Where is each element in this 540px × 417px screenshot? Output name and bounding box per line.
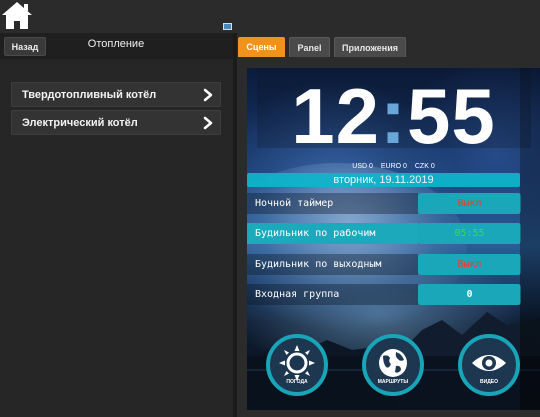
routes-button[interactable]: МАРШРУТЫ [362, 334, 424, 396]
tab-bar: Сцены Panel Приложения [237, 35, 540, 57]
chevron-right-icon [203, 88, 213, 102]
app-root: Назад Отопление Твердотопливный котёл Эл… [0, 0, 540, 417]
page-title: Отопление [87, 38, 145, 50]
sun-icon [279, 345, 315, 381]
row-workday-alarm: Будильник по рабочим 05:55 [247, 223, 521, 244]
globe-icon [379, 349, 407, 377]
currency-euro: EURO 0 [380, 163, 407, 170]
workday-alarm-toggle[interactable]: 05:55 [418, 223, 521, 244]
tab-panel[interactable]: Panel [289, 37, 330, 57]
video-button[interactable]: ВИДЕО [458, 334, 520, 396]
menu-item-label: Электрический котёл [22, 116, 138, 129]
row-label: Входная группа [247, 284, 418, 305]
clock-minutes: 55 [406, 72, 496, 160]
weather-label: ПОГОДА [286, 379, 308, 385]
scene-edge-shade [520, 68, 540, 410]
row-entrance-group: Входная группа 0 [247, 284, 521, 305]
clock-hours: 12 [291, 72, 380, 160]
tab-scenes[interactable]: Сцены [238, 37, 285, 57]
left-panel: Назад Отопление Твердотопливный котёл Эл… [0, 33, 233, 417]
row-night-timer: Ночной таймер Выкл [247, 193, 521, 214]
eye-icon [472, 355, 506, 371]
currency-rates: USD 0 EURO 0 CZK 0 [247, 163, 540, 170]
menu-item-solid-fuel-boiler[interactable]: Твердотопливный котёл [11, 82, 221, 107]
entrance-group-value[interactable]: 0 [418, 284, 521, 305]
date-display: вторник, 19.11.2019 [247, 173, 520, 187]
home-icon [2, 2, 32, 29]
night-timer-toggle[interactable]: Выкл [418, 193, 521, 214]
video-label: ВИДЕО [480, 379, 498, 385]
row-weekend-alarm: Будильник по выходным Выкл [247, 254, 521, 275]
panel-divider [233, 33, 237, 417]
back-button[interactable]: Назад [4, 37, 46, 56]
scene-panel: 12:55 USD 0 EURO 0 CZK 0 вторник, 19.11.… [247, 68, 540, 410]
weekend-alarm-toggle[interactable]: Выкл [418, 254, 521, 275]
routes-label: МАРШРУТЫ [377, 379, 409, 385]
weather-button[interactable]: ПОГОДА [266, 334, 328, 396]
row-label: Ночной таймер [247, 193, 418, 214]
bottom-strip [237, 410, 540, 417]
window-indicator-icon [223, 23, 232, 30]
clock-separator: : [380, 72, 407, 160]
row-label: Будильник по выходным [247, 254, 418, 275]
currency-usd: USD 0 [352, 163, 373, 170]
tab-apps[interactable]: Приложения [334, 37, 406, 57]
left-header: Назад Отопление [0, 33, 233, 59]
menu-item-label: Твердотопливный котёл [22, 88, 157, 101]
menu-item-electric-boiler[interactable]: Электрический котёл [11, 110, 221, 135]
clock-display: 12:55 [247, 76, 540, 156]
currency-czk: CZK 0 [414, 163, 435, 170]
chevron-right-icon [203, 116, 213, 130]
home-button[interactable] [0, 0, 36, 32]
row-label: Будильник по рабочим [247, 223, 418, 244]
